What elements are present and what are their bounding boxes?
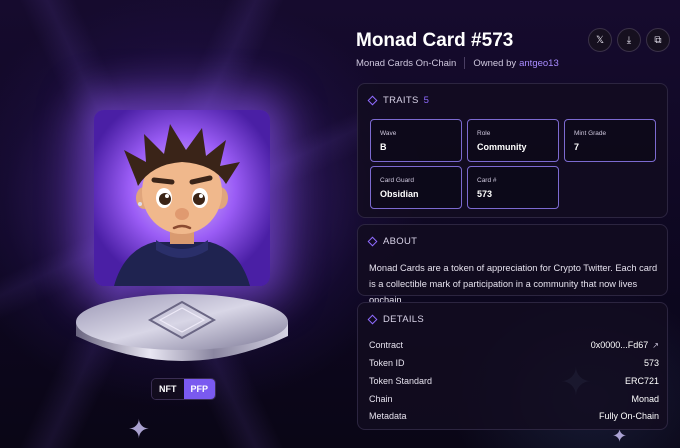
trait-key: Role (477, 130, 491, 137)
details-header: DETAILS (367, 314, 424, 325)
details-panel: DETAILS Contract 0x0000...Fd67 ↗ Token I… (357, 302, 668, 430)
detail-key: Token Standard (369, 376, 433, 386)
owner-link[interactable]: antgeo13 (519, 58, 559, 69)
nft-artwork (94, 110, 270, 286)
page-title: Monad Card #573 (356, 30, 514, 51)
detail-value: Fully On-Chain (598, 411, 659, 421)
trait-card[interactable]: Card # 573 (467, 166, 559, 209)
detail-value: Monad (631, 394, 659, 404)
traits-header: TRAITS 5 (367, 95, 430, 106)
detail-key: Contract (369, 340, 404, 350)
detail-key: Token ID (369, 358, 405, 368)
share-x-button[interactable]: 𝕏 (588, 28, 612, 52)
trait-key: Card # (477, 177, 497, 184)
subtitle: Monad Cards On-Chain Owned by antgeo13 (356, 57, 559, 69)
trait-value: Obsidian (380, 189, 419, 199)
about-header: ABOUT (367, 236, 418, 247)
detail-row-token-standard: Token Standard ERC721 (369, 376, 659, 386)
traits-panel: TRAITS 5 Wave B Role Community Mint Grad… (357, 83, 668, 218)
about-panel: ABOUT Monad Cards are a token of appreci… (357, 224, 668, 305)
copy-icon: ⧉ (654, 34, 662, 46)
detail-value: 0x0000...Fd67 (590, 340, 649, 350)
traits-label: TRAITS (383, 95, 419, 106)
trait-key: Mint Grade (574, 130, 607, 137)
collection-link[interactable]: Monad Cards On-Chain (356, 58, 456, 69)
trait-key: Card Guard (380, 177, 414, 184)
detail-value: 573 (643, 358, 659, 368)
diamond-icon (367, 236, 378, 247)
trait-value: 7 (574, 142, 580, 152)
trait-card[interactable]: Wave B (370, 119, 462, 162)
diamond-icon (367, 314, 378, 325)
detail-key: Metadata (369, 411, 407, 421)
trait-value: 573 (477, 189, 493, 199)
external-link-icon[interactable]: ↗ (652, 341, 659, 350)
download-button[interactable]: ⤓ (617, 28, 641, 52)
pfp-tag: PFP (183, 379, 216, 399)
detail-row-contract: Contract 0x0000...Fd67 ↗ (369, 340, 659, 350)
about-label: ABOUT (383, 236, 418, 247)
detail-value: ERC721 (624, 376, 659, 386)
sparkle-icon: ✦ (128, 414, 150, 444)
x-icon: 𝕏 (595, 34, 605, 46)
divider (464, 57, 466, 69)
trait-card[interactable]: Mint Grade 7 (564, 119, 656, 162)
download-icon: ⤓ (626, 34, 632, 46)
copy-button[interactable]: ⧉ (646, 28, 670, 52)
traits-count: 5 (423, 95, 430, 106)
diamond-icon (367, 95, 378, 106)
detail-row-token-id: Token ID 573 (369, 358, 659, 368)
type-tags: NFT PFP (151, 378, 217, 400)
detail-key: Chain (369, 394, 393, 404)
about-text: Monad Cards are a token of appreciation … (369, 263, 658, 305)
owned-by-label: Owned by (473, 57, 517, 69)
pedestal (76, 294, 288, 361)
trait-key: Wave (380, 130, 397, 137)
trait-card[interactable]: Role Community (467, 119, 559, 162)
detail-row-metadata: Metadata Fully On-Chain (369, 411, 659, 421)
trait-card[interactable]: Card Guard Obsidian (370, 166, 462, 209)
trait-value: B (380, 142, 387, 152)
nft-tag: NFT (152, 379, 184, 399)
details-label: DETAILS (383, 314, 424, 325)
detail-row-chain: Chain Monad (369, 394, 659, 404)
contract-link[interactable]: 0x0000...Fd67 ↗ (591, 340, 659, 350)
trait-value: Community (477, 142, 527, 152)
